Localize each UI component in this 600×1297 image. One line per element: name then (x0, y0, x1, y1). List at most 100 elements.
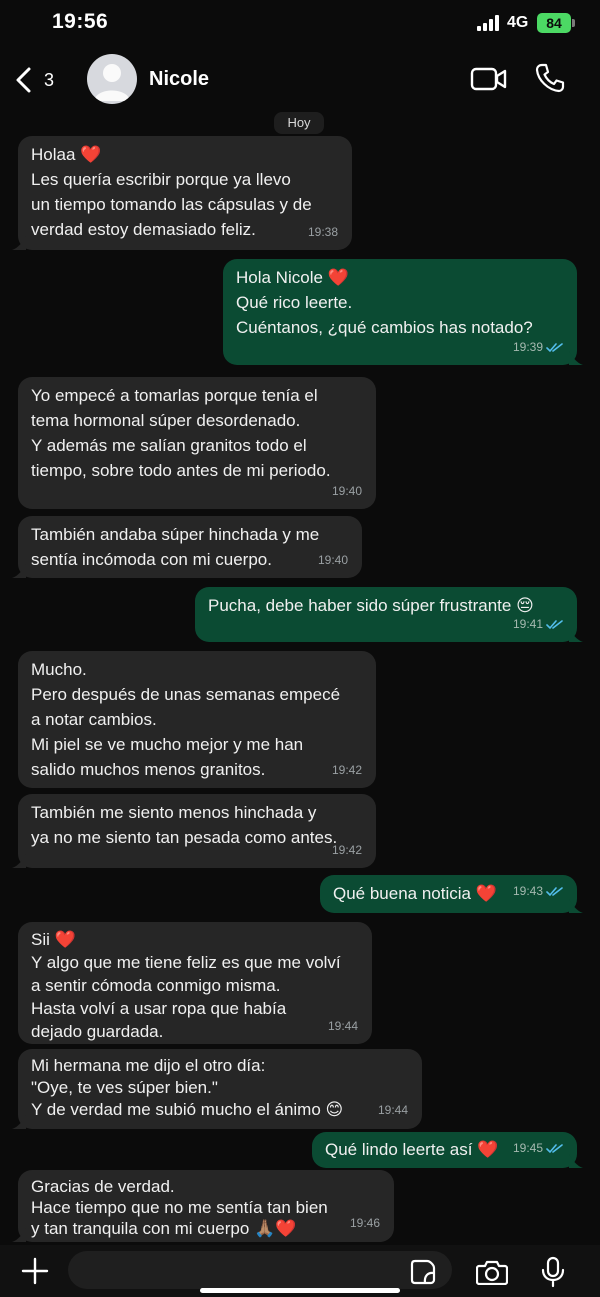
message-meta: 19:40 (332, 479, 362, 504)
message-text: Qué rico leerte. (236, 293, 353, 312)
message-text: Les quería escribir porque ya llevo (31, 170, 291, 189)
message-bubble-incoming[interactable]: También andaba súper hinchada y me sentí… (12, 516, 362, 578)
message-text: tiempo, sobre todo antes de mi periodo. (31, 461, 331, 480)
bubble-tail (569, 351, 583, 365)
message-text: Mi piel se ve mucho mejor y me han (31, 735, 304, 754)
double-check-icon (546, 620, 563, 630)
message-bubble-incoming[interactable]: Yo empecé a tomarlas porque tenía el tem… (18, 377, 376, 509)
sticker-icon[interactable] (410, 1259, 436, 1285)
message-text: Gracias de verdad. (31, 1177, 175, 1196)
message-time: 19:45 (512, 1141, 543, 1155)
bubble-tail (12, 564, 26, 578)
message-bubble-outgoing[interactable]: Hola Nicole ❤️ Qué rico leerte. Cuéntano… (223, 259, 583, 365)
message-text: Yo empecé a tomarlas porque tenía el (31, 386, 318, 405)
message-bubble-outgoing[interactable]: Pucha, debe haber sido súper frustrante … (195, 587, 583, 642)
message-text: Hace tiempo que no me sentía tan bien (31, 1198, 328, 1217)
status-bar: 19:56 4G 84 (0, 0, 600, 50)
plus-icon[interactable] (20, 1256, 50, 1286)
message-text: un tiempo tomando las cápsulas y de (31, 195, 312, 214)
message-time: 19:42 (331, 843, 362, 857)
contact-name[interactable]: Nicole (149, 68, 209, 91)
message-text: Holaa ❤️ (31, 145, 102, 164)
message-time: 19:39 (512, 340, 543, 354)
message-bubble-outgoing[interactable]: Qué lindo leerte así ❤️ 19:45 (312, 1132, 583, 1168)
unread-count: 3 (44, 69, 55, 90)
message-text: Hasta volví a usar ropa que había (31, 999, 287, 1018)
message-bubble-outgoing[interactable]: Qué buena noticia ❤️ 19:43 (320, 875, 583, 913)
message-text: Hola Nicole ❤️ (236, 268, 349, 287)
message-input[interactable] (68, 1251, 452, 1289)
bubble-tail (12, 236, 26, 250)
message-time: 19:40 (317, 553, 348, 567)
message-text: Y de verdad me subió mucho el ánimo 😊 (31, 1100, 344, 1119)
message-text: a notar cambios. (31, 710, 157, 729)
message-meta: 19:39 (513, 335, 563, 360)
status-time: 19:56 (52, 10, 109, 33)
message-meta: 19:44 (328, 1014, 358, 1039)
message-meta: 19:44 (378, 1098, 408, 1123)
message-text: Mi hermana me dijo el otro día: (31, 1056, 266, 1075)
message-text: También me siento menos hinchada y (31, 803, 317, 822)
back-chevron-icon (16, 67, 31, 93)
message-text: a sentir cómoda conmigo misma. (31, 976, 281, 995)
message-text: tema hormonal súper desordenado. (31, 411, 301, 430)
message-bubble-incoming[interactable]: Mi hermana me dijo el otro día: "Oye, te… (12, 1049, 422, 1129)
avatar-placeholder-icon (94, 64, 130, 101)
message-meta: 19:45 (513, 1136, 563, 1161)
message-text: ya no me siento tan pesada como antes. (31, 828, 338, 847)
date-separator: Hoy (274, 112, 324, 134)
message-bubble-incoming[interactable]: Gracias de verdad. Hace tiempo que no me… (12, 1170, 394, 1242)
message-time: 19:44 (377, 1103, 408, 1117)
battery-indicator: 84 (537, 13, 571, 33)
microphone-icon[interactable] (541, 1256, 565, 1288)
message-time: 19:44 (327, 1019, 358, 1033)
phone-icon[interactable] (534, 62, 566, 94)
message-bubble-incoming[interactable]: También me siento menos hinchada y ya no… (12, 794, 376, 868)
message-time: 19:43 (512, 884, 543, 898)
message-text: "Oye, te ves súper bien." (31, 1078, 218, 1097)
message-text: dejado guardada. (31, 1022, 164, 1041)
message-meta: 19:46 (350, 1211, 380, 1236)
signal-bars-icon (477, 15, 499, 31)
message-time: 19:40 (331, 484, 362, 498)
message-text: Y además me salían granitos todo el (31, 436, 307, 455)
network-label: 4G (507, 14, 529, 31)
message-time: 19:41 (512, 617, 543, 631)
message-bubble-incoming[interactable]: Holaa ❤️ Les quería escribir porque ya l… (12, 136, 352, 250)
video-camera-icon[interactable] (470, 64, 508, 94)
back-button[interactable]: 3 (14, 64, 64, 96)
message-time: 19:38 (307, 225, 338, 239)
bubble-tail (569, 899, 583, 913)
message-text: y tan tranquila con mi cuerpo 🙏🏽❤️ (31, 1219, 297, 1238)
battery-tip (572, 19, 575, 27)
message-meta: 19:41 (513, 612, 563, 637)
message-time: 19:46 (349, 1216, 380, 1230)
message-text: Pucha, debe haber sido súper frustrante … (208, 596, 534, 615)
message-meta: 19:42 (332, 838, 362, 863)
double-check-icon (546, 343, 563, 353)
chat-area[interactable]: Hoy Holaa ❤️ Les quería escribir porque … (0, 108, 600, 1245)
message-bubble-incoming[interactable]: Mucho. Pero después de unas semanas empe… (18, 651, 376, 788)
double-check-icon (546, 1144, 563, 1154)
bubble-tail (12, 1115, 26, 1129)
message-text: verdad estoy demasiado feliz. (31, 220, 256, 239)
message-text: salido muchos menos granitos. (31, 760, 266, 779)
camera-icon[interactable] (476, 1259, 508, 1285)
message-text: Sii ❤️ (31, 930, 76, 949)
bubble-tail (12, 854, 26, 868)
home-indicator[interactable] (200, 1288, 400, 1293)
bubble-tail (12, 1228, 26, 1242)
message-meta: 19:43 (513, 879, 563, 904)
avatar[interactable] (87, 54, 137, 104)
message-time: 19:42 (331, 763, 362, 777)
message-text: Y algo que me tiene feliz es que me volv… (31, 953, 341, 972)
chat-header: 3 Nicole (0, 50, 600, 108)
message-meta: 19:40 (318, 548, 348, 573)
message-text: sentía incómoda con mi cuerpo. (31, 550, 272, 569)
message-bubble-incoming[interactable]: Sii ❤️ Y algo que me tiene feliz es que … (18, 922, 372, 1044)
message-meta: 19:38 (308, 220, 338, 245)
bubble-tail (569, 1154, 583, 1168)
message-meta: 19:42 (332, 758, 362, 783)
message-text: También andaba súper hinchada y me (31, 525, 320, 544)
message-text: Mucho. (31, 660, 87, 679)
